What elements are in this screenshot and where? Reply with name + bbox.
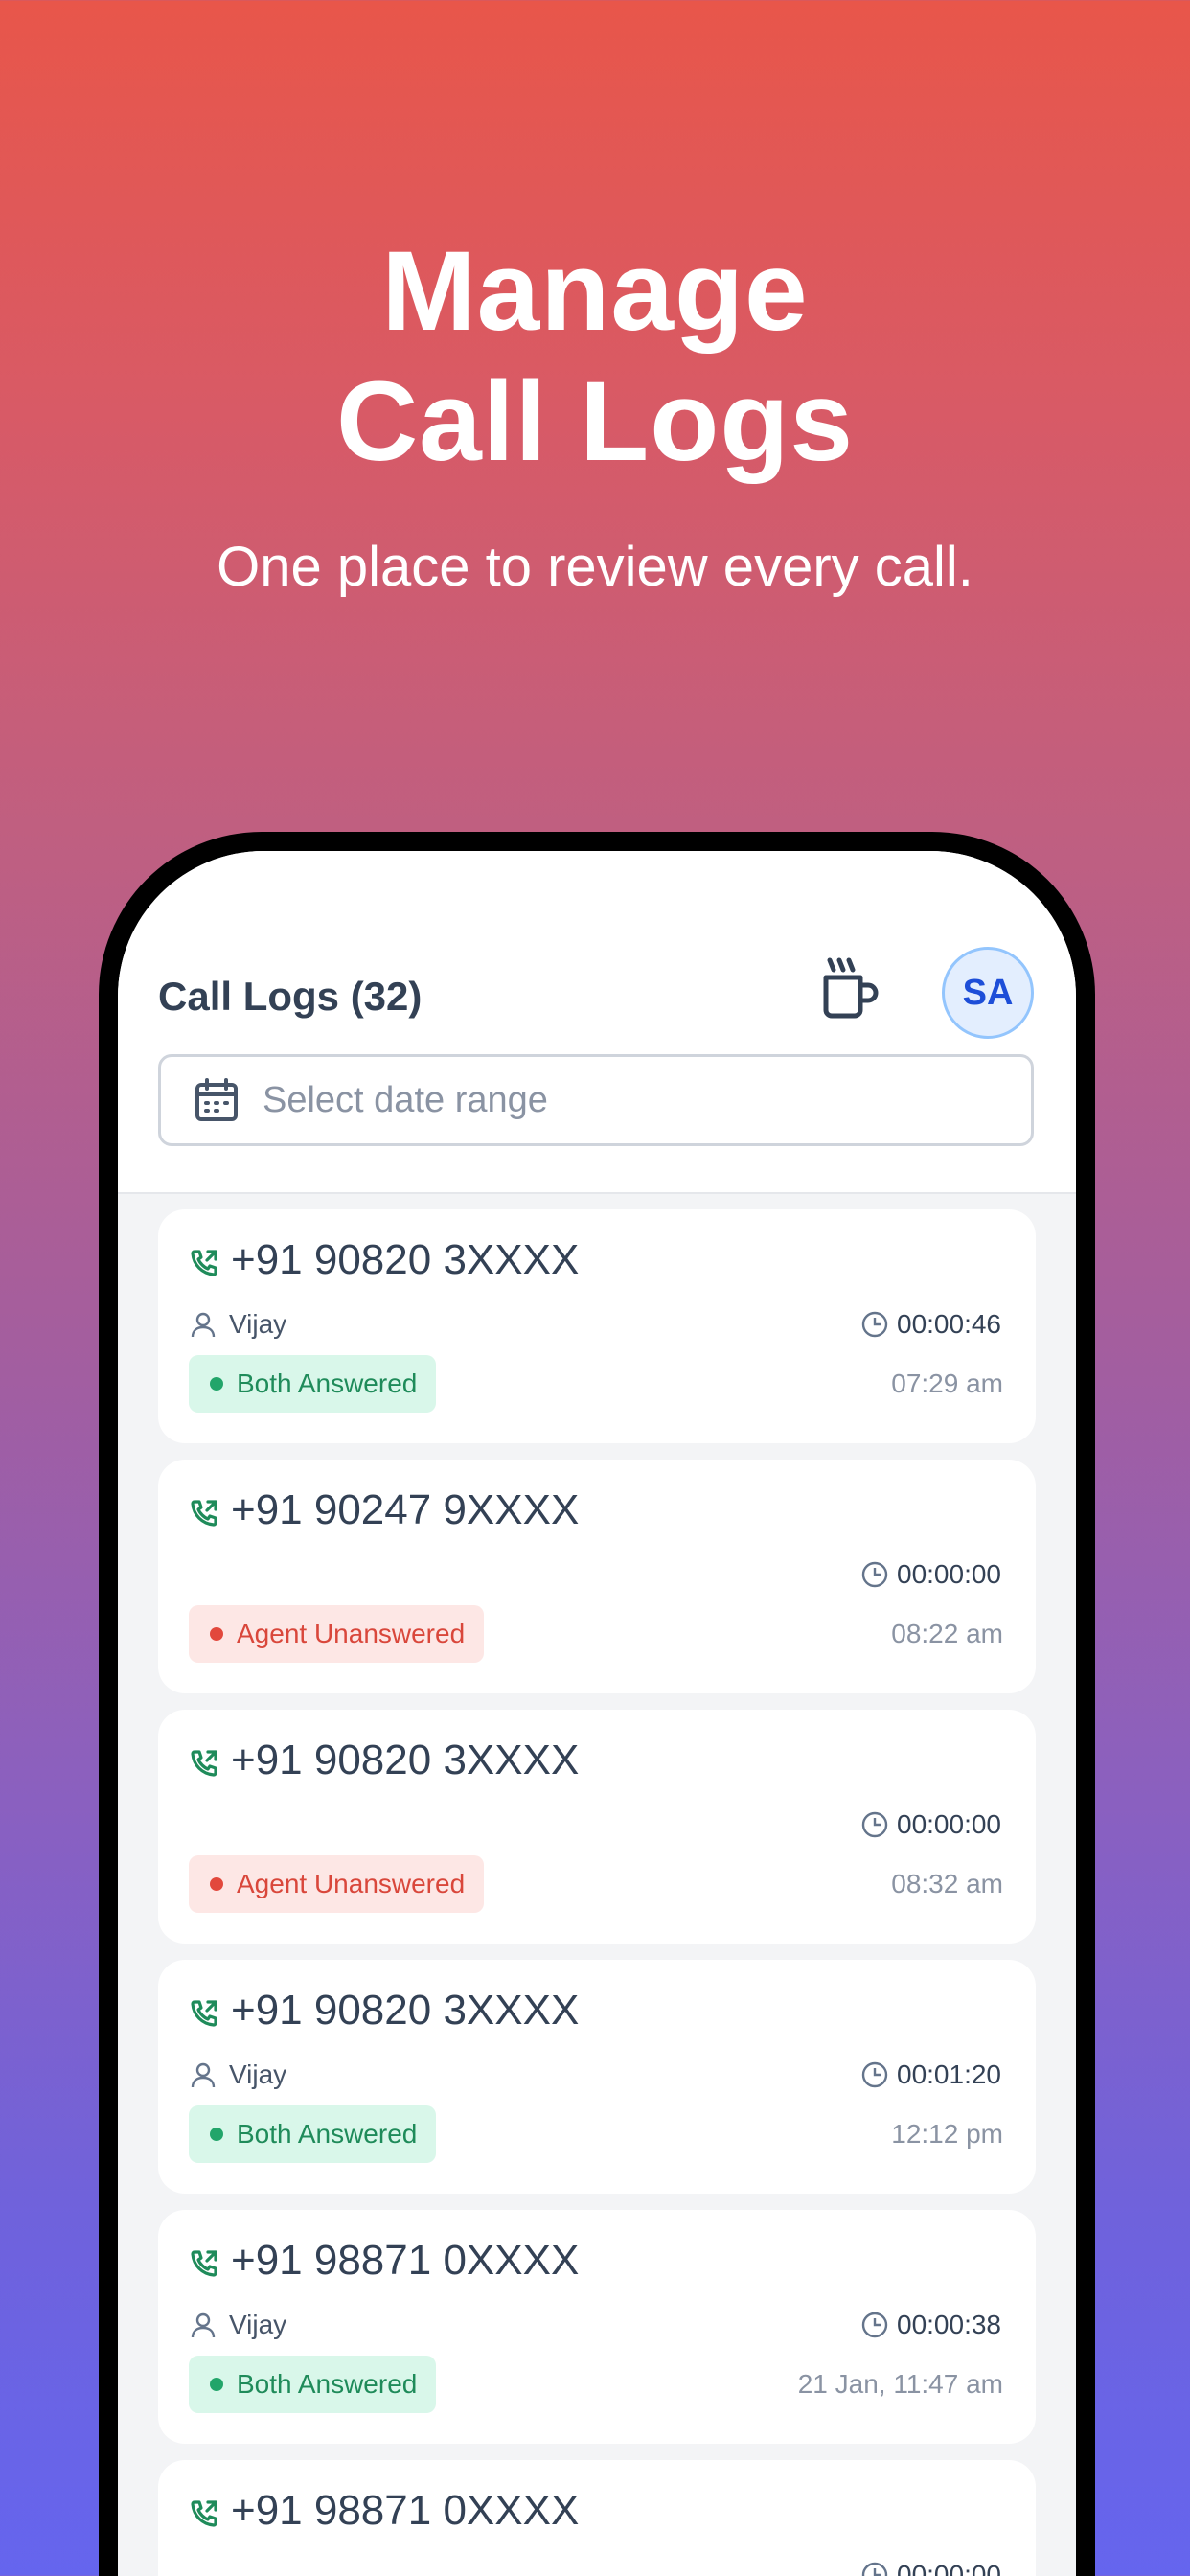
duration-value: 00:00:00 (897, 1559, 1001, 1589)
clock-icon (861, 2061, 888, 2088)
call-duration: 00:00:00 (860, 1559, 1001, 1590)
user-icon (191, 2312, 216, 2338)
status-label: Both Answered (237, 2119, 418, 2149)
call-duration: 00:00:46 (860, 1309, 1001, 1340)
status-label: Agent Unanswered (237, 1619, 466, 1648)
app-header: Call Logs (32) SA Select date range (118, 851, 1076, 1194)
call-log-card[interactable]: +91 90247 9XXXX 00:00:00 Agent Unanswere… (158, 1460, 1036, 1693)
date-range-placeholder: Select date range (263, 1079, 548, 1120)
call-time: 12:12 pm (891, 2119, 1003, 2149)
status-badge: Both Answered (189, 2356, 437, 2413)
phone-outgoing-icon (191, 1500, 217, 1527)
user-icon (191, 2062, 216, 2088)
agent-name: Vijay (229, 2059, 287, 2089)
call-log-card[interactable]: +91 90820 3XXXX 00:00:00 Agent Unanswere… (158, 1710, 1036, 1944)
phone-outgoing-icon (191, 1250, 217, 1276)
call-log-card[interactable]: +91 90820 3XXXX Vijay 00:01:20 Both Answ… (158, 1960, 1036, 2194)
duration-value: 00:00:38 (897, 2310, 1001, 2339)
agent-name: Vijay (229, 1309, 287, 1339)
app-screen: Call Logs (32) SA Select date range +91 … (118, 851, 1076, 2576)
call-log-card[interactable]: +91 98871 0XXXX Vijay 00:00:38 Both Answ… (158, 2210, 1036, 2444)
status-dot (210, 1877, 223, 1891)
phone-frame: Call Logs (32) SA Select date range +91 … (99, 832, 1095, 2576)
page-title: Call Logs (32) (158, 974, 423, 1019)
clock-icon (861, 1311, 888, 1338)
call-duration: 00:01:20 (860, 2059, 1001, 2090)
status-badge: Agent Unanswered (189, 1605, 485, 1663)
agent-name: Vijay (229, 2310, 287, 2339)
status-dot (210, 1377, 223, 1391)
phone-number: +91 98871 0XXXX (231, 2487, 580, 2534)
call-time: 07:29 am (891, 1368, 1003, 1398)
status-label: Both Answered (237, 1368, 418, 1398)
hero-title-line2: Call Logs (335, 358, 855, 485)
avatar-initials: SA (962, 972, 1014, 1013)
status-label: Both Answered (237, 2369, 418, 2399)
status-dot (210, 2128, 223, 2141)
status-dot (210, 2378, 223, 2391)
agent-info: Vijay (189, 2310, 286, 2340)
date-range-input[interactable]: Select date range (158, 1054, 1034, 1146)
hero-subtitle: One place to review every call. (217, 536, 973, 598)
call-duration: 00:00:00 (860, 1809, 1001, 1840)
status-badge: Both Answered (189, 2105, 437, 2163)
phone-outgoing-icon (191, 2500, 217, 2527)
hero-title-line1: Manage (381, 228, 809, 355)
phone-number: +91 90820 3XXXX (231, 1236, 580, 1283)
status-label: Agent Unanswered (237, 1869, 466, 1898)
phone-number: +91 90820 3XXXX (231, 1987, 580, 2034)
duration-value: 00:01:20 (897, 2059, 1001, 2089)
call-duration: 00:00:00 (860, 2560, 1001, 2576)
call-time: 08:32 am (891, 1869, 1003, 1898)
call-log-list: +91 90820 3XXXX Vijay 00:00:46 Both Answ… (118, 1194, 1076, 2576)
phone-outgoing-icon (191, 2250, 217, 2277)
agent-info: Vijay (189, 2059, 286, 2090)
user-icon (191, 1312, 216, 1338)
clock-icon (861, 1561, 888, 1588)
avatar[interactable]: SA (942, 947, 1034, 1039)
phone-number: +91 90820 3XXXX (231, 1736, 580, 1783)
clock-icon (861, 2562, 888, 2576)
phone-number: +91 90247 9XXXX (231, 1486, 580, 1533)
agent-info: Vijay (189, 1309, 286, 1340)
call-log-card[interactable]: +91 98871 0XXXX 00:00:00 (158, 2460, 1036, 2576)
hero-title: Manage Call Logs (0, 226, 1190, 487)
duration-value: 00:00:00 (897, 2560, 1001, 2576)
status-dot (210, 1627, 223, 1641)
duration-value: 00:00:46 (897, 1309, 1001, 1339)
status-badge: Agent Unanswered (189, 1855, 485, 1913)
call-duration: 00:00:38 (860, 2310, 1001, 2340)
phone-outgoing-icon (191, 2000, 217, 2027)
call-time: 21 Jan, 11:47 am (797, 2369, 1003, 2399)
clock-icon (861, 2312, 888, 2338)
coffee-cup-icon[interactable] (820, 954, 881, 1022)
clock-icon (861, 1811, 888, 1838)
call-log-card[interactable]: +91 90820 3XXXX Vijay 00:00:46 Both Answ… (158, 1209, 1036, 1443)
duration-value: 00:00:00 (897, 1809, 1001, 1839)
phone-outgoing-icon (191, 1750, 217, 1777)
status-badge: Both Answered (189, 1355, 437, 1413)
phone-number: +91 98871 0XXXX (231, 2237, 580, 2284)
call-time: 08:22 am (891, 1619, 1003, 1648)
calendar-icon (195, 1078, 238, 1121)
